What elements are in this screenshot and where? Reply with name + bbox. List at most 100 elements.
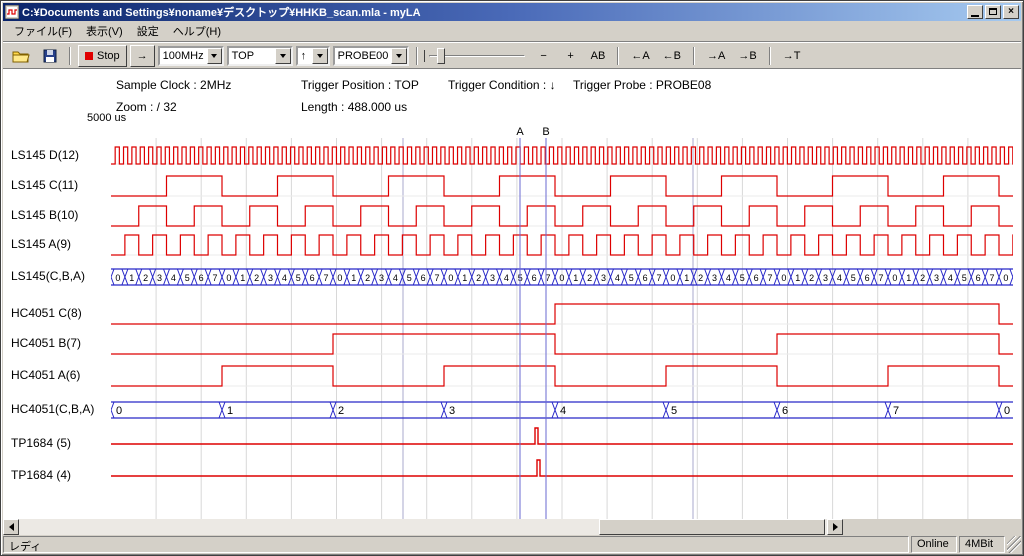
zoom-in-button[interactable]: + [559, 45, 583, 67]
horizontal-scrollbar[interactable] [3, 519, 843, 535]
bus-value: 6 [532, 273, 537, 283]
status-online: Online [911, 536, 957, 553]
scroll-right-button[interactable] [827, 519, 843, 535]
bus-value: 5 [629, 273, 634, 283]
bus-value: 0 [337, 273, 342, 283]
bus-value: 0 [116, 405, 122, 417]
channel-label: TP1684 (5) [11, 436, 109, 450]
bus-value: 7 [990, 273, 995, 283]
waveform-client-area: Sample Clock : 2MHz Trigger Position : T… [3, 70, 1021, 519]
bus-value: 5 [671, 405, 677, 417]
save-floppy-icon [43, 49, 57, 63]
bus-value: 6 [421, 273, 426, 283]
bus-value: 7 [657, 273, 662, 283]
bus-value: 1 [240, 273, 245, 283]
toolbar-separator [416, 47, 418, 65]
waveform-plot[interactable]: 0123456701234567012345670123456701234567… [111, 126, 1013, 519]
zoom-out-button[interactable]: − [532, 45, 556, 67]
menu-file[interactable]: ファイル(F) [7, 21, 79, 41]
channel-label: HC4051 C(8) [11, 306, 109, 320]
bus-value: 2 [587, 273, 592, 283]
toolbar: Stop → 100MHz TOP ↑ PROBE00 − + AB [3, 43, 1021, 69]
bus-value: 0 [892, 273, 897, 283]
zoom-slider[interactable] [429, 46, 525, 66]
channel-label: HC4051 A(6) [11, 368, 109, 382]
bus-value: 6 [865, 273, 870, 283]
waveform-canvas[interactable]: 0123456701234567012345670123456701234567… [111, 126, 1013, 519]
toolbar-separator [69, 47, 71, 65]
bus-value: 0 [115, 273, 120, 283]
bus-value: 7 [213, 273, 218, 283]
slider-thumb[interactable] [437, 48, 445, 64]
stop-label: Stop [97, 50, 120, 62]
bus-value: 5 [740, 273, 745, 283]
bus-value: 0 [781, 273, 786, 283]
bus-value: 2 [365, 273, 370, 283]
goto-b-right-button[interactable]: →B [733, 45, 761, 67]
menu-settings[interactable]: 設定 [130, 21, 166, 41]
bus-value: 3 [157, 273, 162, 283]
menu-bar: ファイル(F) 表示(V) 設定 ヘルプ(H) [3, 21, 1021, 42]
sample-rate-value: 100MHz [160, 50, 207, 62]
bus-value: 4 [560, 405, 566, 417]
toolbar-separator [693, 47, 695, 65]
goto-trigger-button[interactable]: →T [778, 45, 806, 67]
menu-view[interactable]: 表示(V) [79, 21, 130, 41]
bus-value: 2 [338, 405, 344, 417]
bus-value: 3 [823, 273, 828, 283]
resize-grip[interactable] [1007, 536, 1021, 553]
combo-dropdown-icon[interactable] [312, 48, 328, 64]
bus-value: 6 [976, 273, 981, 283]
bus-value: 7 [893, 405, 899, 417]
channel-label: TP1684 (4) [11, 468, 109, 482]
marker-label[interactable]: B [542, 126, 549, 138]
open-button[interactable] [7, 45, 35, 67]
bus-value: 3 [268, 273, 273, 283]
bus-value: 7 [879, 273, 884, 283]
stop-icon [85, 52, 93, 60]
bus-value: 1 [227, 405, 233, 417]
goto-a-left-button[interactable]: ←A [626, 45, 654, 67]
bus-value: 1 [684, 273, 689, 283]
bus-value: 3 [379, 273, 384, 283]
channel-label: LS145(C,B,A) [11, 269, 109, 283]
minimize-button[interactable] [967, 5, 983, 19]
bus-value: 3 [449, 405, 455, 417]
sample-rate-combo[interactable]: 100MHz [158, 46, 224, 66]
trigger-probe-combo[interactable]: PROBE00 [333, 46, 409, 66]
app-window: C:¥Documents and Settings¥noname¥デスクトップ¥… [0, 0, 1024, 556]
trigger-edge-combo[interactable]: ↑ [296, 46, 330, 66]
goto-a-right-button[interactable]: →A [702, 45, 730, 67]
sample-clock-info: Sample Clock : 2MHz [116, 78, 231, 92]
stop-button[interactable]: Stop [78, 45, 127, 67]
scroll-left-icon [9, 523, 14, 531]
open-folder-icon [12, 49, 30, 63]
combo-dropdown-icon[interactable] [275, 48, 291, 64]
combo-dropdown-icon[interactable] [391, 48, 406, 64]
bus-value: 2 [920, 273, 925, 283]
status-ready: レディ [3, 536, 909, 553]
save-button[interactable] [38, 45, 62, 67]
scrollbar-thumb[interactable] [599, 519, 825, 535]
zoom-ab-button[interactable]: AB [586, 45, 611, 67]
bus-value: 3 [601, 273, 606, 283]
marker-label[interactable]: A [516, 126, 524, 138]
bus-value: 5 [407, 273, 412, 283]
close-button[interactable]: × [1003, 5, 1019, 19]
trigger-position-combo[interactable]: TOP [227, 46, 293, 66]
channel-label: HC4051 B(7) [11, 336, 109, 350]
bus-value: 6 [199, 273, 204, 283]
channel-label: LS145 C(11) [11, 178, 109, 192]
bus-value: 0 [670, 273, 675, 283]
bus-value: 5 [962, 273, 967, 283]
bus-value: 4 [948, 273, 953, 283]
goto-b-left-button[interactable]: ←B [658, 45, 686, 67]
bus-value: 0 [1003, 273, 1008, 283]
maximize-button[interactable] [985, 5, 1001, 19]
menu-help[interactable]: ヘルプ(H) [166, 21, 228, 41]
combo-dropdown-icon[interactable] [207, 48, 222, 64]
run-button[interactable]: → [130, 45, 155, 67]
bus-value: 0 [559, 273, 564, 283]
title-bar[interactable]: C:¥Documents and Settings¥noname¥デスクトップ¥… [3, 3, 1021, 21]
scroll-left-button[interactable] [3, 519, 19, 535]
